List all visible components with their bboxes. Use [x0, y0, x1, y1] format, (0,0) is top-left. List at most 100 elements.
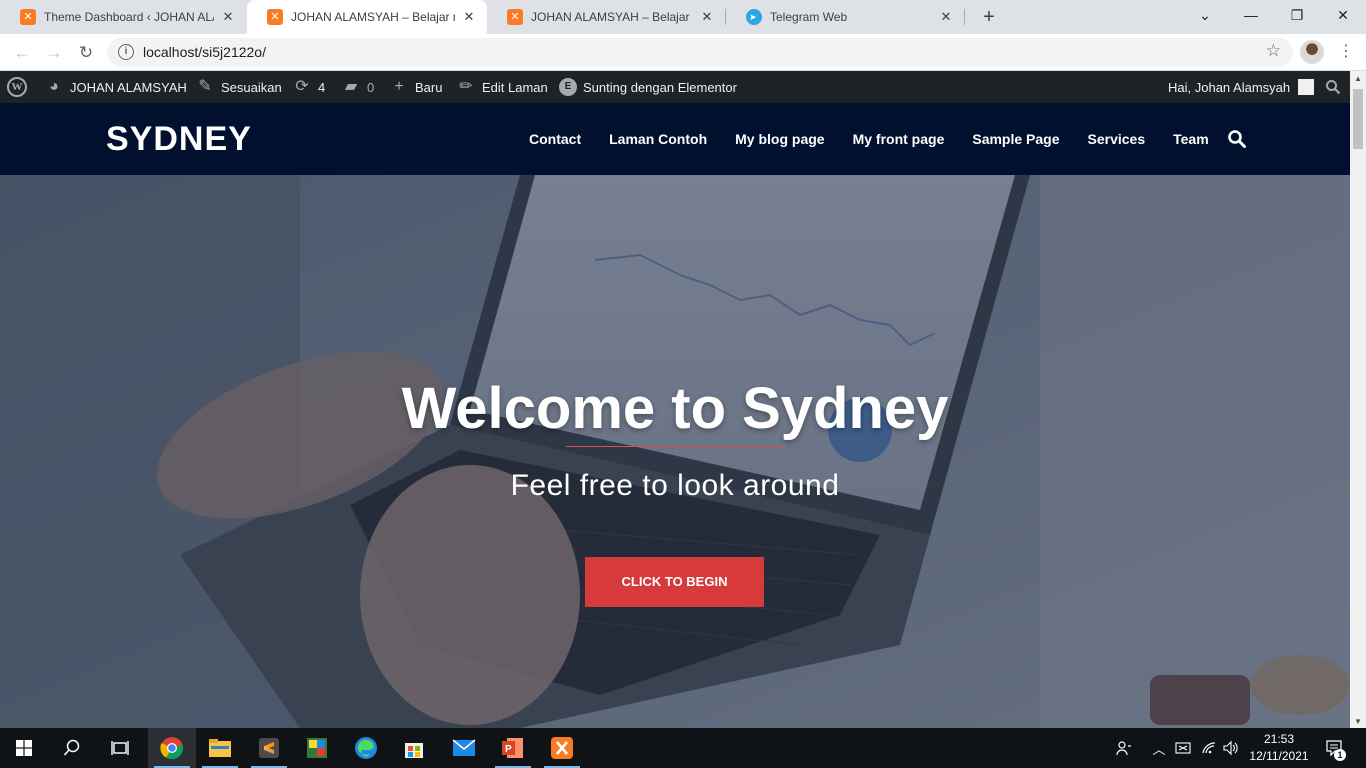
nav-contact[interactable]: Contact: [529, 131, 581, 147]
wp-admin-bar: W ◕ JOHAN ALAMSYAH ✎ Sesuaikan ⟳ 4 ▰ 0 +…: [0, 71, 1350, 103]
browser-tab-strip: Theme Dashboard ‹ JOHAN ALAMSYAH ✕ JOHAN…: [0, 0, 1366, 34]
elementor-icon: E: [559, 78, 577, 96]
address-bar[interactable]: i localhost/si5j2122o/ ☆: [107, 38, 1293, 67]
comment-icon: ▰: [344, 78, 358, 95]
browser-tab-theme-dashboard[interactable]: Theme Dashboard ‹ JOHAN ALAMSYAH ✕: [0, 0, 246, 34]
admin-edit-page[interactable]: ✏ Edit Laman: [456, 71, 547, 103]
click-to-begin-button[interactable]: Click to begin: [585, 557, 764, 607]
tab-title: Theme Dashboard ‹ JOHAN ALAMSYAH: [44, 10, 214, 24]
store-icon[interactable]: [390, 728, 438, 768]
input-method-icon[interactable]: [1172, 728, 1194, 768]
main-nav: Contact Laman Contoh My blog page My fro…: [529, 103, 1209, 175]
greeting-label: Hai, Johan Alamsyah: [1168, 79, 1291, 95]
page-scrollbar[interactable]: ▲ ▼: [1350, 71, 1366, 728]
admin-new[interactable]: + Baru: [389, 71, 442, 103]
elementor-label: Sunting dengan Elementor: [583, 79, 737, 95]
telegram-icon: [746, 9, 762, 25]
nav-laman-contoh[interactable]: Laman Contoh: [609, 131, 707, 147]
admin-search-icon[interactable]: [1325, 71, 1341, 103]
volume-icon[interactable]: [1220, 728, 1242, 768]
chrome-icon[interactable]: [148, 728, 196, 768]
admin-elementor[interactable]: E Sunting dengan Elementor: [559, 71, 737, 103]
tab-divider: [964, 9, 965, 25]
close-tab-icon[interactable]: ✕: [461, 9, 477, 25]
xampp-icon[interactable]: [538, 728, 586, 768]
pencil-icon: ✏: [459, 78, 473, 95]
people-icon[interactable]: [1110, 728, 1138, 768]
url-text[interactable]: localhost/si5j2122o/: [143, 44, 266, 60]
clock-date: 12/11/2021: [1249, 749, 1309, 763]
system-clock[interactable]: 21:53 12/11/2021: [1246, 731, 1312, 765]
scroll-up-icon[interactable]: ▲: [1354, 74, 1362, 83]
scrollbar-thumb[interactable]: [1353, 89, 1363, 149]
admin-my-account[interactable]: Hai, Johan Alamsyah: [1168, 71, 1315, 103]
reload-icon[interactable]: ↻: [73, 40, 99, 66]
admin-customize[interactable]: ✎ Sesuaikan: [195, 71, 282, 103]
browser-tab-telegram[interactable]: Telegram Web ✕: [726, 0, 964, 34]
browser-tab-3[interactable]: JOHAN ALAMSYAH – Belajar mar ✕: [487, 0, 725, 34]
nav-team[interactable]: Team: [1173, 131, 1209, 147]
close-window-button[interactable]: ✕: [1320, 0, 1366, 34]
wifi-icon[interactable]: [1198, 728, 1220, 768]
game-icon[interactable]: [293, 728, 341, 768]
comments-count: 0: [367, 79, 375, 95]
file-explorer-icon[interactable]: [196, 728, 244, 768]
nav-services[interactable]: Services: [1088, 131, 1146, 147]
sublime-text-icon[interactable]: [245, 728, 293, 768]
close-tab-icon[interactable]: ✕: [220, 9, 236, 25]
admin-site-name[interactable]: ◕ JOHAN ALAMSYAH: [44, 71, 187, 103]
hero-subtitle: Feel free to look around: [510, 469, 840, 502]
updates-count: 4: [318, 79, 326, 95]
nav-sample-page[interactable]: Sample Page: [972, 131, 1059, 147]
dashboard-gauge-icon: ◕: [49, 78, 59, 95]
tab-title: JOHAN ALAMSYAH – Belajar mar: [291, 10, 455, 24]
tab-title: Telegram Web: [770, 10, 848, 24]
back-arrow-icon[interactable]: ←: [9, 40, 35, 66]
close-tab-icon[interactable]: ✕: [938, 9, 954, 25]
search-icon[interactable]: [48, 728, 96, 768]
new-tab-button[interactable]: +: [977, 5, 1001, 29]
hero-background-image: [0, 175, 1350, 728]
new-label: Baru: [415, 79, 443, 95]
forward-arrow-icon[interactable]: →: [41, 40, 67, 66]
notification-count-badge: 1: [1334, 749, 1346, 761]
minimize-button[interactable]: —: [1228, 0, 1274, 34]
restore-button[interactable]: ❐: [1274, 0, 1320, 34]
site-name-label: JOHAN ALAMSYAH: [70, 79, 187, 95]
scroll-down-icon[interactable]: ▼: [1354, 717, 1362, 726]
customize-label: Sesuaikan: [221, 79, 282, 95]
browser-tab-active[interactable]: JOHAN ALAMSYAH – Belajar mar ✕: [247, 0, 487, 34]
xampp-icon: [20, 9, 36, 25]
wordpress-logo-icon[interactable]: W: [7, 71, 27, 103]
hero-section: Welcome to Sydney Feel free to look arou…: [0, 175, 1350, 728]
windows-start-icon[interactable]: [0, 728, 48, 768]
hero-divider: [566, 446, 784, 447]
svg-text:P: P: [505, 744, 512, 755]
admin-updates[interactable]: ⟳ 4: [292, 71, 325, 103]
browser-menu-icon[interactable]: ⋮: [1336, 40, 1356, 64]
powerpoint-icon[interactable]: P: [489, 728, 537, 768]
site-logo[interactable]: SYDNEY: [106, 120, 252, 159]
profile-avatar[interactable]: [1300, 40, 1324, 64]
xampp-icon: [507, 9, 523, 25]
nav-my-blog-page[interactable]: My blog page: [735, 131, 824, 147]
show-hidden-icons-chevron-icon[interactable]: ︿: [1148, 728, 1170, 768]
nav-my-front-page[interactable]: My front page: [853, 131, 945, 147]
admin-comments[interactable]: ▰ 0: [341, 71, 374, 103]
mail-icon[interactable]: [440, 728, 488, 768]
search-icon[interactable]: [1227, 129, 1247, 149]
bookmark-star-icon[interactable]: ☆: [1266, 41, 1281, 61]
notification-center-icon[interactable]: 1: [1320, 728, 1348, 768]
site-info-icon[interactable]: i: [118, 44, 134, 60]
site-header: SYDNEY Contact Laman Contoh My blog page…: [0, 103, 1350, 175]
tab-search-chevron-icon[interactable]: ⌄: [1182, 0, 1228, 34]
clock-time: 21:53: [1263, 732, 1295, 746]
task-view-icon[interactable]: [96, 728, 144, 768]
updates-icon: ⟳: [295, 78, 309, 95]
close-tab-icon[interactable]: ✕: [699, 9, 715, 25]
brush-icon: ✎: [198, 78, 212, 95]
xampp-icon: [267, 9, 283, 25]
edge-icon[interactable]: [342, 728, 390, 768]
windows-taskbar: P ︿ 21:53 12/11/2021 1: [0, 728, 1366, 768]
browser-toolbar: ← → ↻ i localhost/si5j2122o/ ☆: [0, 34, 1366, 71]
